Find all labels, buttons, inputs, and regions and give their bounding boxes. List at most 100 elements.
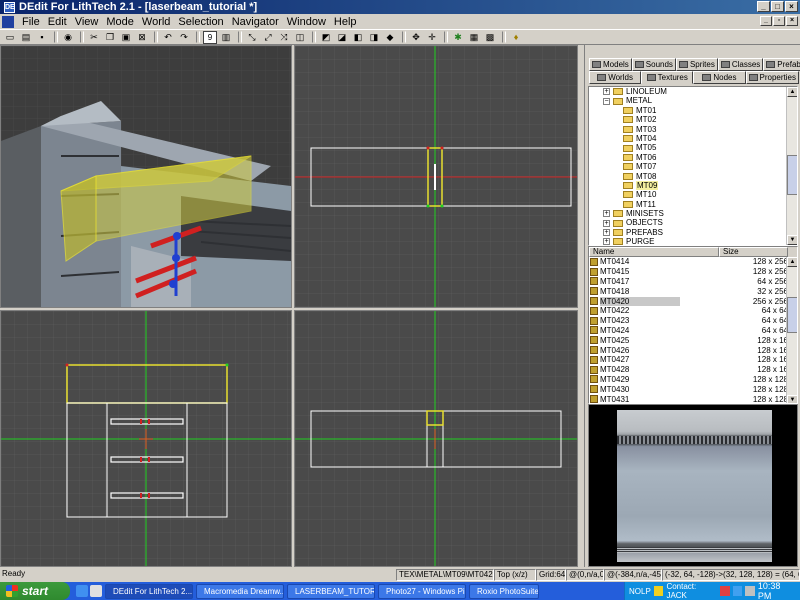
redo-icon[interactable]: ↷	[177, 31, 191, 44]
tree-scrollbar[interactable]: ▲ ▼	[786, 87, 797, 245]
task-dreamweaver[interactable]: Macromedia Dreamw...	[196, 583, 284, 599]
scroll-thumb[interactable]	[787, 297, 797, 333]
tree-folder-mt11[interactable]: MT11	[623, 200, 797, 209]
security-icon[interactable]	[719, 586, 730, 596]
save-icon[interactable]: ▪	[35, 31, 49, 44]
ie-icon[interactable]	[76, 585, 88, 597]
tree-folder-mt01[interactable]: MT01	[623, 106, 797, 115]
tab-prefabs[interactable]: Prefabs	[763, 58, 800, 71]
new-file-icon[interactable]: ▭	[3, 31, 17, 44]
maximize-button[interactable]: □	[771, 1, 784, 12]
mirror-icon[interactable]: ◆	[383, 31, 397, 44]
texture-row[interactable]: MT0430 128 x 128	[589, 384, 797, 394]
messenger-icon[interactable]	[653, 586, 664, 596]
run-icon[interactable]: ◉	[61, 31, 75, 44]
texture-row[interactable]: MT0428 128 x 16	[589, 365, 797, 375]
object-tool-icon[interactable]: ⤨	[277, 31, 291, 44]
undo-icon[interactable]: ↶	[161, 31, 175, 44]
copy-icon[interactable]: ❐	[103, 31, 117, 44]
center-icon[interactable]: ✛	[425, 31, 439, 44]
texture-row[interactable]: MT0424 64 x 64	[589, 326, 797, 336]
close-button[interactable]: ×	[785, 1, 798, 12]
perspective-viewport[interactable]	[0, 45, 292, 308]
volume-icon[interactable]	[745, 586, 755, 596]
vertex-icon[interactable]: ▥	[219, 31, 233, 44]
texture-row[interactable]: MT0429 128 x 128	[589, 375, 797, 385]
menu-help[interactable]: Help	[330, 16, 361, 28]
collapse-icon[interactable]: −	[603, 97, 610, 105]
menu-world[interactable]: World	[138, 16, 175, 28]
menu-edit[interactable]: Edit	[44, 16, 71, 28]
delete-icon[interactable]: ⊠	[135, 31, 149, 44]
minimize-button[interactable]: _	[757, 1, 770, 12]
tree-folder-prefabs[interactable]: + PREFABS	[603, 228, 797, 237]
document-icon[interactable]	[2, 15, 14, 28]
task-laserbeam-folder[interactable]: LASERBEAM_TUTORIAL	[287, 583, 375, 599]
expand-icon[interactable]: +	[603, 219, 610, 227]
tree-folder-objects[interactable]: + OBJECTS	[603, 218, 797, 227]
tree-folder-metal[interactable]: − METAL	[603, 96, 797, 105]
tree-folder-purge[interactable]: + PURGE	[603, 237, 797, 245]
tab-textures[interactable]: Textures	[641, 71, 694, 84]
menu-mode[interactable]: Mode	[102, 16, 138, 28]
menu-navigator[interactable]: Navigator	[228, 16, 283, 28]
texture-map-icon[interactable]: ▩	[483, 31, 497, 44]
texture-row[interactable]: MT0427 128 x 16	[589, 355, 797, 365]
carve-icon[interactable]: ◩	[319, 31, 333, 44]
join-icon[interactable]: ◨	[367, 31, 381, 44]
paste-icon[interactable]: ▣	[119, 31, 133, 44]
tab-nodes[interactable]: Nodes	[693, 71, 746, 84]
menu-view[interactable]: View	[71, 16, 103, 28]
doc-close-button[interactable]: ×	[786, 16, 798, 26]
column-name[interactable]: Name	[589, 247, 719, 257]
network-icon[interactable]	[732, 586, 743, 596]
tree-folder-mt03[interactable]: MT03	[623, 125, 797, 134]
tree-folder-mt05[interactable]: MT05	[623, 143, 797, 152]
scroll-down-icon[interactable]: ▼	[787, 235, 797, 245]
top-viewport[interactable]	[294, 45, 578, 308]
texture-row[interactable]: MT0418 32 x 256	[589, 286, 797, 296]
prefab-tool-icon[interactable]: ◫	[293, 31, 307, 44]
task-dedit[interactable]: DEdit For LithTech 2....	[105, 583, 193, 599]
open-folder-icon[interactable]: ▤	[19, 31, 33, 44]
task-photo-viewer[interactable]: Photo27 - Windows Pi...	[378, 583, 466, 599]
scroll-up-icon[interactable]: ▲	[787, 257, 797, 267]
tree-folder-mt07[interactable]: MT07	[623, 162, 797, 171]
scroll-up-icon[interactable]: ▲	[787, 87, 797, 97]
texture-row[interactable]: MT0425 128 x 16	[589, 335, 797, 345]
torch-icon[interactable]: ♦	[509, 31, 523, 44]
tree-folder-linoleum[interactable]: + LINOLEUM	[603, 87, 797, 96]
texture-row[interactable]: MT0417 64 x 256	[589, 277, 797, 287]
expand-icon[interactable]: +	[603, 210, 610, 218]
menu-selection[interactable]: Selection	[174, 16, 227, 28]
expand-icon[interactable]: +	[603, 88, 610, 96]
doc-restore-button[interactable]: ▫	[773, 16, 785, 26]
tree-folder-mt08[interactable]: MT08	[623, 172, 797, 181]
texture-row[interactable]: MT0415 128 x 256	[589, 267, 797, 277]
geometry-tool-icon[interactable]: ⤢	[261, 31, 275, 44]
menu-file[interactable]: File	[18, 16, 44, 28]
texture-list[interactable]: Name Size MT0414 128 x 256 MT0415 128 x 256…	[588, 246, 798, 404]
texture-row[interactable]: MT0422 64 x 64	[589, 306, 797, 316]
doc-minimize-button[interactable]: _	[760, 16, 772, 26]
texture-row[interactable]: MT0420 256 x 256	[589, 296, 797, 306]
tree-folder-mt02[interactable]: MT02	[623, 115, 797, 124]
tree-folder-mt04[interactable]: MT04	[623, 134, 797, 143]
tab-models[interactable]: Models	[589, 58, 632, 71]
texture-folder-tree[interactable]: + LINOLEUM − METAL MT01 MT02 MT03 MT04 MT0…	[588, 86, 798, 246]
expand-icon[interactable]: +	[603, 229, 610, 237]
texture-row[interactable]: MT0426 128 x 16	[589, 345, 797, 355]
tree-folder-mt10[interactable]: MT10	[623, 190, 797, 199]
hollow-icon[interactable]: ◪	[335, 31, 349, 44]
tree-folder-mt09[interactable]: MT09	[623, 180, 797, 191]
brush-tool-icon[interactable]: ⤡	[245, 31, 259, 44]
tab-classes[interactable]: Classes	[717, 58, 764, 71]
column-size[interactable]: Size	[719, 247, 788, 257]
task-roxio[interactable]: Roxio PhotoSuite 4	[469, 583, 539, 599]
side-viewport[interactable]	[294, 310, 578, 567]
expand-icon[interactable]: +	[603, 238, 610, 245]
tree-folder-minisets[interactable]: + MINISETS	[603, 209, 797, 218]
front-viewport[interactable]	[0, 310, 292, 567]
menu-window[interactable]: Window	[283, 16, 330, 28]
desktop-icon[interactable]	[90, 585, 102, 597]
